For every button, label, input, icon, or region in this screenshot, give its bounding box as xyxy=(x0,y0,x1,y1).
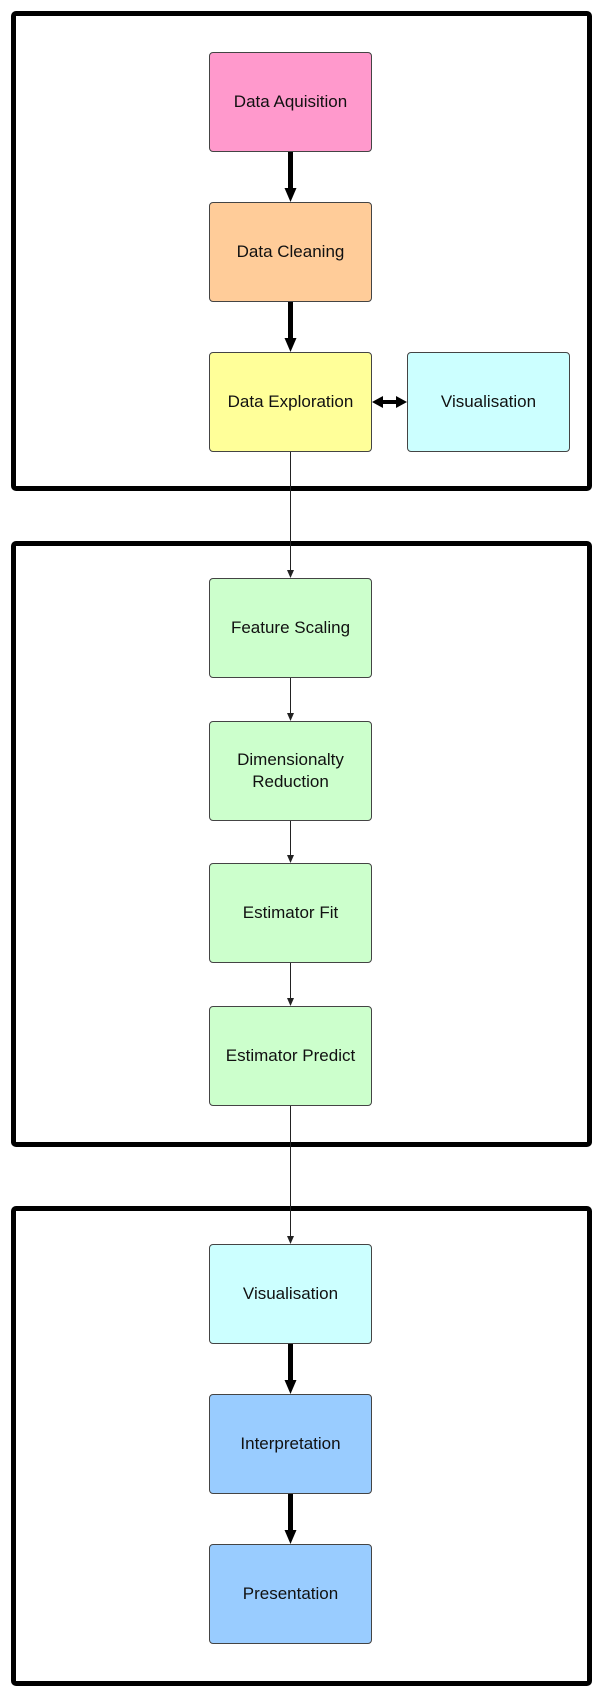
node-presentation: Presentation xyxy=(209,1544,372,1644)
node-visualisation-results: Visualisation xyxy=(209,1244,372,1344)
node-feature-scaling: Feature Scaling xyxy=(209,578,372,678)
node-data-cleaning: Data Cleaning xyxy=(209,202,372,302)
node-estimator-predict: Estimator Predict xyxy=(209,1006,372,1106)
node-data-exploration: Data Exploration xyxy=(209,352,372,452)
node-data-aquisition: Data Aquisition xyxy=(209,52,372,152)
node-visualisation-explore: Visualisation xyxy=(407,352,570,452)
node-dimensionality-reduction: Dimensionalty Reduction xyxy=(209,721,372,821)
node-estimator-fit: Estimator Fit xyxy=(209,863,372,963)
node-interpretation: Interpretation xyxy=(209,1394,372,1494)
